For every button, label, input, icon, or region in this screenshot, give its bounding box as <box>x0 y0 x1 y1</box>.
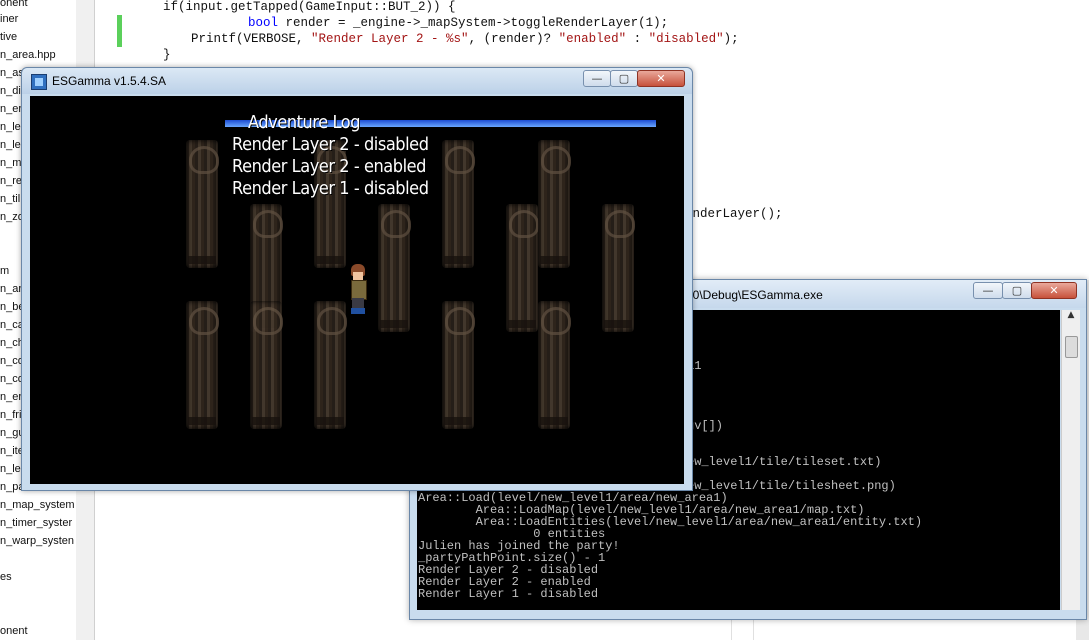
console-line: ew_level1/tile/tileset.txt) <box>687 455 882 469</box>
code-text: : <box>626 32 649 46</box>
game-titlebar[interactable]: ESGamma v1.5.4.SA — ▢ ✕ <box>22 68 692 94</box>
maximize-button[interactable]: ▢ <box>610 70 638 87</box>
code-line: } <box>163 48 171 62</box>
pillar-sprite <box>602 204 635 332</box>
pillar-sprite <box>378 204 411 332</box>
diff-marker <box>117 15 122 47</box>
code-line: enderLayer(); <box>685 207 783 221</box>
player-character <box>348 264 368 316</box>
pillar-sprite <box>186 301 219 429</box>
file-item[interactable]: onent <box>0 625 28 637</box>
string-literal: "disabled" <box>648 32 724 46</box>
minimize-button[interactable]: — <box>583 70 611 87</box>
game-viewport[interactable]: Adventure Log Render Layer 2 - disabled … <box>30 96 684 484</box>
file-item[interactable]: n_re <box>0 175 22 187</box>
pillar-sprite <box>506 204 539 332</box>
close-button[interactable]: ✕ <box>1031 282 1077 299</box>
adventure-log-title: Adventure Log <box>248 112 361 133</box>
code-line: bool render = _engine->_mapSystem->toggl… <box>248 16 668 30</box>
adventure-log-line: Render Layer 2 - enabled <box>232 156 426 177</box>
code-text: , (render)? <box>468 32 559 46</box>
console-scrollbar[interactable]: ▲ <box>1061 310 1080 610</box>
code-line: if(input.getTapped(GameInput::BUT_2)) { <box>163 0 456 14</box>
adventure-log-line: Render Layer 1 - disabled <box>232 178 429 199</box>
file-item[interactable]: n_fri <box>0 409 21 421</box>
pillar-sprite <box>538 140 571 268</box>
code-text: ); <box>723 32 739 46</box>
file-item[interactable]: n_map_system <box>0 499 75 511</box>
pillar-sprite <box>314 301 347 429</box>
pillar-sprite <box>538 301 571 429</box>
file-item[interactable]: n_er <box>0 391 22 403</box>
file-item[interactable]: es <box>0 571 12 583</box>
minimize-button[interactable]: — <box>973 282 1003 299</box>
file-item[interactable]: n_di <box>0 85 21 97</box>
file-item[interactable]: n_le <box>0 121 21 133</box>
scroll-up-arrow-icon[interactable]: ▲ <box>1064 310 1078 325</box>
console-title: 10\Debug\ESGamma.exe <box>686 288 823 302</box>
pillar-sprite <box>250 301 283 429</box>
file-item[interactable]: n_timer_syster <box>0 517 72 529</box>
code-text: render = _engine->_mapSystem->toggleRend… <box>278 16 669 30</box>
string-literal: "Render Layer 2 - %s" <box>311 32 469 46</box>
file-item[interactable]: n_er <box>0 103 22 115</box>
file-item[interactable]: tive <box>0 31 17 43</box>
code-text: Printf(VERBOSE, <box>191 32 312 46</box>
file-item[interactable]: n_area.hpp <box>0 49 56 61</box>
file-item[interactable]: n_ar <box>0 283 22 295</box>
pillar-sprite <box>442 301 475 429</box>
keyword: bool <box>248 16 279 30</box>
code-line: Printf(VERBOSE, "Render Layer 2 - %s", (… <box>191 32 739 46</box>
pillar-sprite <box>186 140 219 268</box>
adventure-log-line: Render Layer 2 - disabled <box>232 134 429 155</box>
file-item[interactable]: iner <box>0 13 18 25</box>
file-item[interactable]: n_warp_systen <box>0 535 74 547</box>
game-window: ESGamma v1.5.4.SA — ▢ ✕ Adventure Log Re… <box>21 67 693 491</box>
close-button[interactable]: ✕ <box>637 70 685 87</box>
file-item[interactable]: n_til <box>0 193 20 205</box>
maximize-button[interactable]: ▢ <box>1002 282 1032 299</box>
pillar-sprite <box>442 140 475 268</box>
app-icon <box>31 74 47 90</box>
file-item[interactable]: m <box>0 265 9 277</box>
file-item[interactable]: n_le <box>0 139 21 151</box>
game-window-title: ESGamma v1.5.4.SA <box>52 74 167 88</box>
file-item[interactable]: onent <box>0 0 28 9</box>
file-item[interactable]: n_le <box>0 463 21 475</box>
console-line: Render Layer 1 - disabled <box>418 587 599 601</box>
file-item[interactable]: n_m <box>0 157 21 169</box>
string-literal: "enabled" <box>558 32 627 46</box>
scroll-thumb[interactable] <box>1065 336 1078 358</box>
